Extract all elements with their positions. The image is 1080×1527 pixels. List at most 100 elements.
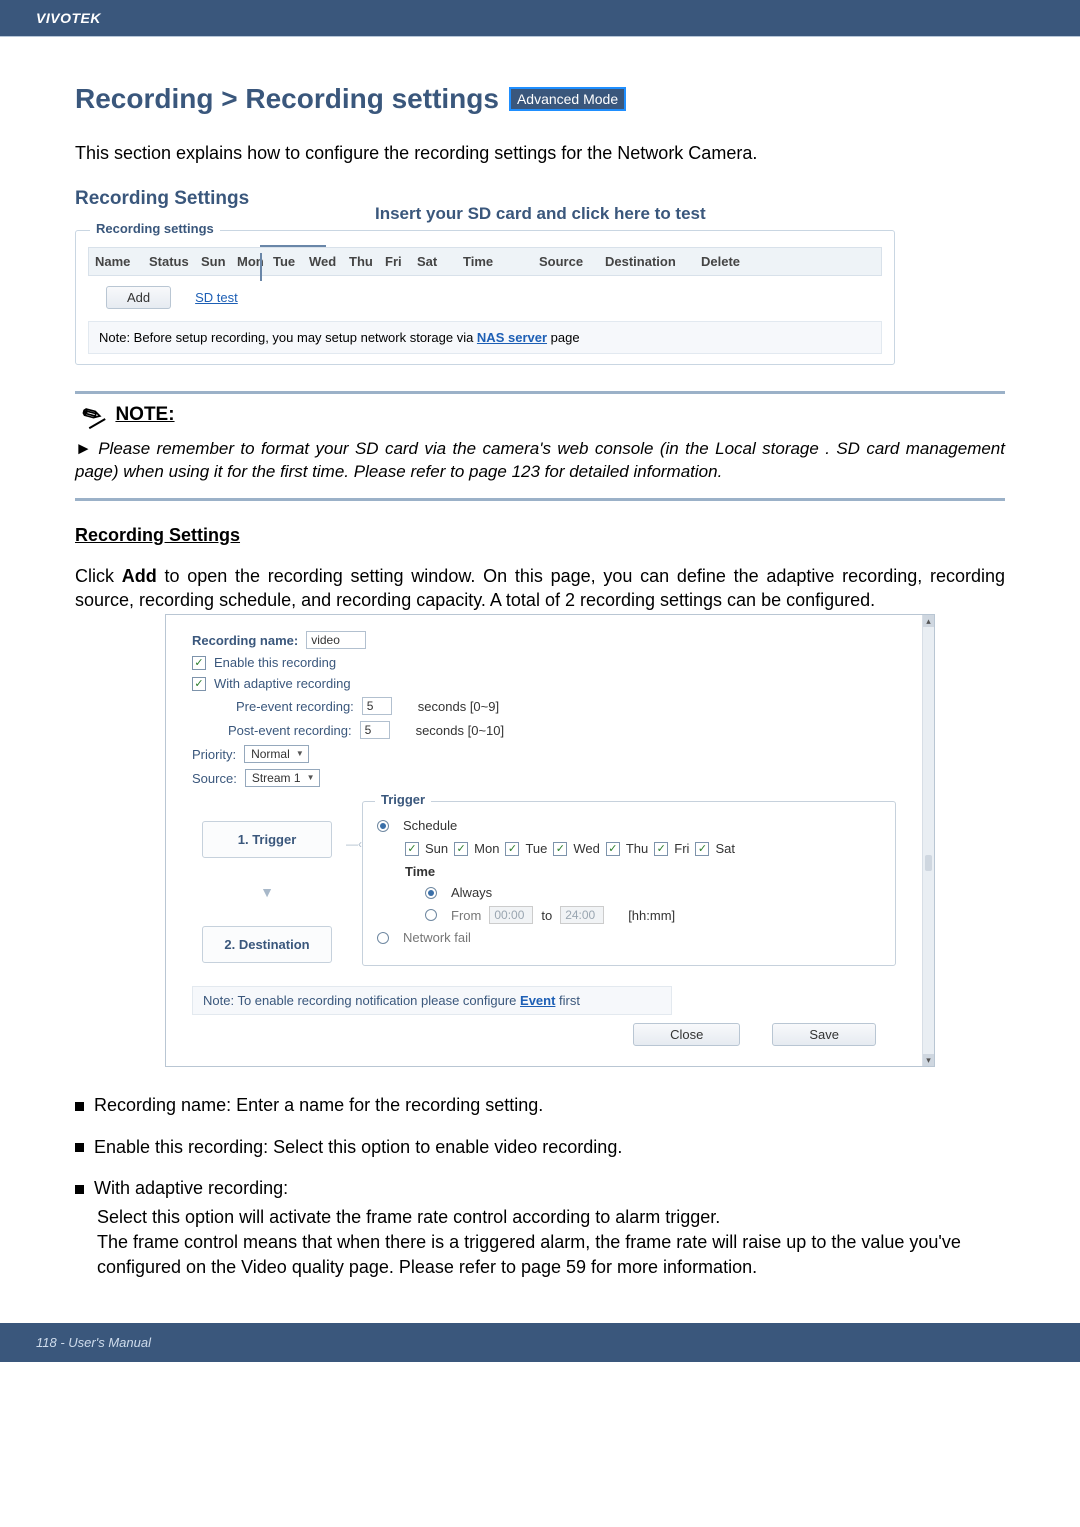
col-tue: Tue xyxy=(273,254,303,269)
callout-line-v xyxy=(260,253,262,281)
day-sat: Sat xyxy=(715,841,735,856)
day-mon-checkbox[interactable]: ✓ xyxy=(454,842,468,856)
bullet-icon xyxy=(75,1143,84,1152)
bullet-3-title: With adaptive recording: xyxy=(94,1178,288,1198)
sd-test-link[interactable]: SD test xyxy=(195,290,238,305)
bullet-list: Recording name: Enter a name for the rec… xyxy=(75,1093,1005,1280)
step-destination[interactable]: 2. Destination xyxy=(202,926,332,963)
day-wed: Wed xyxy=(573,841,600,856)
day-fri-checkbox[interactable]: ✓ xyxy=(654,842,668,856)
day-sat-checkbox[interactable]: ✓ xyxy=(695,842,709,856)
recording-settings-panel: Recording settings Name Status Sun Mon T… xyxy=(75,230,895,365)
from-time-input[interactable] xyxy=(489,906,533,924)
add-button[interactable]: Add xyxy=(106,286,171,309)
day-mon: Mon xyxy=(474,841,499,856)
priority-label: Priority: xyxy=(192,747,236,762)
header-brand: VIVOTEK xyxy=(0,0,1080,36)
always-radio[interactable] xyxy=(425,887,437,899)
recording-settings-subheading: Recording Settings xyxy=(75,525,1005,546)
to-label: to xyxy=(541,908,552,923)
footer: 118 - User's Manual xyxy=(0,1323,1080,1362)
event-link[interactable]: Event xyxy=(520,993,555,1008)
time-label: Time xyxy=(405,864,881,879)
enable-recording-label: Enable this recording xyxy=(214,655,336,670)
note-body: ► Please remember to format your SD card… xyxy=(75,438,1005,484)
recording-name-label: Recording name: xyxy=(192,633,298,648)
col-sun: Sun xyxy=(201,254,231,269)
enable-recording-checkbox[interactable]: ✓ xyxy=(192,656,206,670)
priority-select[interactable]: Normal xyxy=(244,745,309,763)
day-sun: Sun xyxy=(425,841,448,856)
pre-event-label: Pre-event recording: xyxy=(236,699,354,714)
nas-server-link[interactable]: NAS server xyxy=(477,330,547,345)
event-note-post: first xyxy=(555,993,580,1008)
bullet-icon xyxy=(75,1185,84,1194)
schedule-radio[interactable] xyxy=(377,820,389,832)
event-note-pre: Note: To enable recording notification p… xyxy=(203,993,520,1008)
pencil-icon: ✎ xyxy=(78,399,107,431)
callout-line-h xyxy=(260,245,326,247)
recording-settings-desc: Click Add to open the recording setting … xyxy=(75,564,1005,613)
col-destination: Destination xyxy=(605,254,695,269)
day-tue-checkbox[interactable]: ✓ xyxy=(505,842,519,856)
desc-post: to open the recording setting window. On… xyxy=(75,566,1005,610)
col-time: Time xyxy=(463,254,533,269)
network-fail-radio[interactable] xyxy=(377,932,389,944)
always-label: Always xyxy=(451,885,492,900)
day-tue: Tue xyxy=(525,841,547,856)
insert-sd-note: Insert your SD card and click here to te… xyxy=(375,204,1005,224)
col-source: Source xyxy=(539,254,599,269)
scroll-thumb[interactable] xyxy=(925,855,932,871)
bullet-icon xyxy=(75,1102,84,1111)
note-title-text: NOTE: xyxy=(115,404,174,426)
col-name: Name xyxy=(95,254,143,269)
bullet-1: Recording name: Enter a name for the rec… xyxy=(94,1095,543,1115)
to-time-input[interactable] xyxy=(560,906,604,924)
desc-pre: Click xyxy=(75,566,122,586)
day-wed-checkbox[interactable]: ✓ xyxy=(553,842,567,856)
from-radio[interactable] xyxy=(425,909,437,921)
save-button[interactable]: Save xyxy=(772,1023,876,1046)
col-status: Status xyxy=(149,254,195,269)
close-button[interactable]: Close xyxy=(633,1023,740,1046)
adaptive-recording-label: With adaptive recording xyxy=(214,676,351,691)
page-title: Recording > Recording settings Advanced … xyxy=(75,83,1005,115)
pre-event-input[interactable] xyxy=(362,697,392,715)
scroll-up-icon[interactable]: ▴ xyxy=(923,615,934,627)
pre-event-range: seconds [0~9] xyxy=(418,699,499,714)
recording-dialog: ▴ ▾ Recording name: ✓ Enable this record… xyxy=(165,614,935,1067)
scroll-down-icon[interactable]: ▾ xyxy=(923,1054,934,1066)
event-note: Note: To enable recording notification p… xyxy=(192,986,672,1015)
post-event-range: seconds [0~10] xyxy=(416,723,505,738)
day-fri: Fri xyxy=(674,841,689,856)
day-thu-checkbox[interactable]: ✓ xyxy=(606,842,620,856)
adaptive-recording-checkbox[interactable]: ✓ xyxy=(192,677,206,691)
title-text: Recording > Recording settings xyxy=(75,83,499,115)
header-divider xyxy=(0,36,1080,37)
col-delete: Delete xyxy=(701,254,751,269)
source-select[interactable]: Stream 1 xyxy=(245,769,320,787)
network-fail-label: Network fail xyxy=(403,930,471,945)
bullet-3-line2: The frame control means that when there … xyxy=(97,1230,1005,1280)
trigger-legend: Trigger xyxy=(375,792,431,807)
bullet-3-line1: Select this option will activate the fra… xyxy=(97,1205,1005,1230)
note-callout: ✎ NOTE: ► Please remember to format your… xyxy=(75,391,1005,501)
recording-name-input[interactable] xyxy=(306,631,366,649)
from-label: From xyxy=(451,908,481,923)
advanced-mode-badge: Advanced Mode xyxy=(509,87,626,111)
intro-text: This section explains how to configure t… xyxy=(75,143,1005,164)
dialog-scrollbar[interactable]: ▴ ▾ xyxy=(922,615,934,1066)
nas-note-pre: Note: Before setup recording, you may se… xyxy=(99,330,477,345)
nas-note: Note: Before setup recording, you may se… xyxy=(88,321,882,354)
panel-legend: Recording settings xyxy=(90,221,220,236)
nas-note-post: page xyxy=(547,330,580,345)
col-wed: Wed xyxy=(309,254,343,269)
trigger-panel: Trigger Schedule ✓Sun ✓Mon ✓Tue ✓Wed ✓Th… xyxy=(362,801,896,966)
bullet-2: Enable this recording: Select this optio… xyxy=(94,1137,622,1157)
day-sun-checkbox[interactable]: ✓ xyxy=(405,842,419,856)
hhmm-label: [hh:mm] xyxy=(628,908,675,923)
step-trigger[interactable]: 1. Trigger xyxy=(202,821,332,858)
source-label: Source: xyxy=(192,771,237,786)
post-event-input[interactable] xyxy=(360,721,390,739)
col-mon: Mon xyxy=(237,254,267,269)
